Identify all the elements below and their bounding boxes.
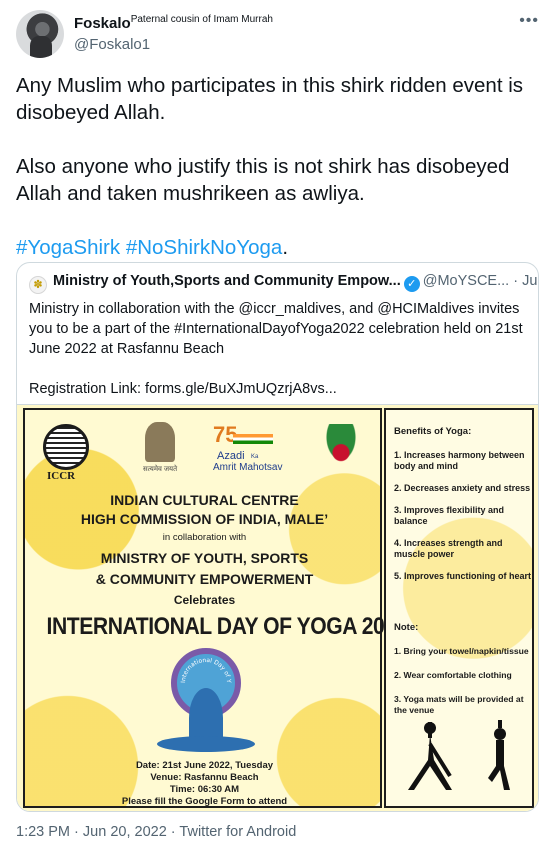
verified-badge-icon: ✓ bbox=[403, 276, 420, 292]
tweet-time[interactable]: 1:23 PM bbox=[16, 824, 70, 840]
list-item: 5. Improves functioning of heart bbox=[394, 571, 532, 581]
poster-line-2: HIGH COMMISSION OF INDIA, MALE’ bbox=[80, 511, 329, 527]
azadi-logo-ka: Ka bbox=[251, 454, 259, 460]
poster-line-5: & COMMUNITY EMPOWERMENT bbox=[95, 571, 314, 587]
triangle-pose-icon bbox=[408, 722, 452, 790]
list-item: 3. Improves flexibility and balance bbox=[394, 505, 505, 526]
maldives-emblem-icon bbox=[321, 424, 361, 468]
poster-line-3: in collaboration with bbox=[162, 532, 247, 543]
tweet-date[interactable]: Jun 20, 2022 bbox=[83, 824, 167, 840]
poster-venue: Venue: Rasfannu Beach bbox=[150, 772, 259, 783]
list-item: 4. Increases strength and muscle power bbox=[394, 538, 503, 559]
quoted-tweet-text: Ministry in collaboration with the @iccr… bbox=[29, 299, 529, 419]
azadi-logo-line1: Azadi bbox=[217, 450, 245, 462]
quoted-paragraph-2: Registration Link: forms.gle/BuXJmUQzrjA… bbox=[29, 381, 337, 397]
benefits-list: 1. Increases harmony between body and mi… bbox=[394, 450, 534, 593]
tweet-timestamp: 1:23 PM · Jun 20, 2022 · Twitter for And… bbox=[16, 824, 296, 840]
quoted-author-avatar: ✽ bbox=[29, 276, 47, 294]
quoted-separator: · bbox=[513, 273, 519, 289]
quoted-tweet-header: ✽ Ministry of Youth,Sports and Community … bbox=[29, 273, 538, 295]
tree-pose-icon bbox=[488, 720, 510, 790]
tweet-hashtags: #YogaShirk #NoShirkNoYoga. bbox=[16, 234, 536, 261]
tweet-body: Any Muslim who participates in this shir… bbox=[16, 72, 536, 261]
meditating-figure-legs bbox=[157, 736, 255, 752]
list-item: 2. Wear comfortable clothing bbox=[394, 670, 512, 680]
poster-side-panel: Benefits of Yoga: 1. Increases harmony b… bbox=[384, 408, 534, 808]
poster-line-4: MINISTRY OF YOUTH, SPORTS bbox=[100, 550, 309, 566]
azadi-flag-icon bbox=[233, 434, 273, 444]
list-item: 2. Decreases anxiety and stress bbox=[394, 483, 531, 493]
india-emblem-icon bbox=[145, 422, 175, 462]
tweet-header: FoskaloPaternal cousin of Imam Murrah @F… bbox=[16, 10, 539, 58]
timestamp-separator-1: · bbox=[74, 824, 79, 840]
tweet-paragraph-2: Also anyone who justify this is not shir… bbox=[16, 155, 510, 205]
poster-line-1: INDIAN CULTURAL CENTRE bbox=[110, 492, 299, 508]
hashtag-yogashirk[interactable]: #YogaShirk bbox=[16, 236, 120, 259]
more-options-icon[interactable]: ••• bbox=[519, 12, 539, 30]
poster-main-panel: ICCR सत्यमेव जयते 75 Azadi Ka Amrit Maho… bbox=[23, 408, 408, 808]
poster-main-title: INTERNATIONAL DAY OF YOGA 2022 bbox=[46, 613, 408, 640]
poster-date: Date: 21st June 2022, Tuesday bbox=[135, 760, 274, 771]
yoga-day-badge-icon: International Day of Yoga bbox=[157, 648, 255, 752]
benefits-title: Benefits of Yoga: bbox=[394, 426, 472, 437]
poster-form-note: Please fill the Google Form to attend bbox=[121, 796, 288, 807]
svg-text:International Day of Yoga: International Day of Yoga bbox=[177, 654, 232, 684]
poster-line-6: Celebrates bbox=[173, 593, 236, 607]
author-name-suffix[interactable]: Paternal cousin of Imam Murrah bbox=[131, 14, 273, 25]
tweet-paragraph-1: Any Muslim who participates in this shir… bbox=[16, 74, 524, 124]
quoted-paragraph-1: Ministry in collaboration with the @iccr… bbox=[29, 301, 523, 357]
poster-time: Time: 06:30 AM bbox=[169, 784, 240, 795]
notes-list: 1. Bring your towel/napkin/tissue 2. Wea… bbox=[394, 646, 536, 729]
author-handle[interactable]: @Foskalo1 bbox=[74, 36, 150, 53]
iccr-logo-label: ICCR bbox=[47, 470, 76, 482]
list-item: 1. Bring your towel/napkin/tissue bbox=[394, 646, 529, 656]
azadi-logo-line2: Amrit Mahotsav bbox=[213, 462, 283, 473]
iccr-logo-icon bbox=[43, 424, 89, 470]
author-avatar[interactable] bbox=[16, 10, 64, 58]
list-item: 1. Increases harmony between body and mi… bbox=[394, 450, 525, 471]
quoted-author-handle: @MoYSCE... bbox=[422, 273, 510, 289]
tweet-source[interactable]: Twitter for Android bbox=[179, 824, 296, 840]
author-name-row[interactable]: FoskaloPaternal cousin of Imam Murrah bbox=[74, 14, 273, 33]
list-item: 3. Yoga mats will be provided at the ven… bbox=[394, 694, 524, 715]
hashtag-noshirknoyoga[interactable]: #NoShirkNoYoga bbox=[126, 236, 283, 259]
timestamp-separator-2: · bbox=[170, 824, 176, 840]
note-title: Note: bbox=[394, 622, 419, 633]
india-emblem-caption: सत्यमेव जयते bbox=[143, 466, 178, 473]
tweet-trailing-period: . bbox=[282, 236, 289, 259]
quoted-tweet[interactable]: ✽ Ministry of Youth,Sports and Community … bbox=[16, 262, 539, 812]
quoted-author-name: Ministry of Youth,Sports and Community E… bbox=[53, 273, 401, 289]
yoga-day-poster-image[interactable]: ICCR सत्यमेव जयते 75 Azadi Ka Amrit Maho… bbox=[17, 404, 538, 811]
author-display-name[interactable]: Foskalo bbox=[74, 15, 131, 32]
quoted-date: Jun 12 bbox=[522, 273, 538, 289]
